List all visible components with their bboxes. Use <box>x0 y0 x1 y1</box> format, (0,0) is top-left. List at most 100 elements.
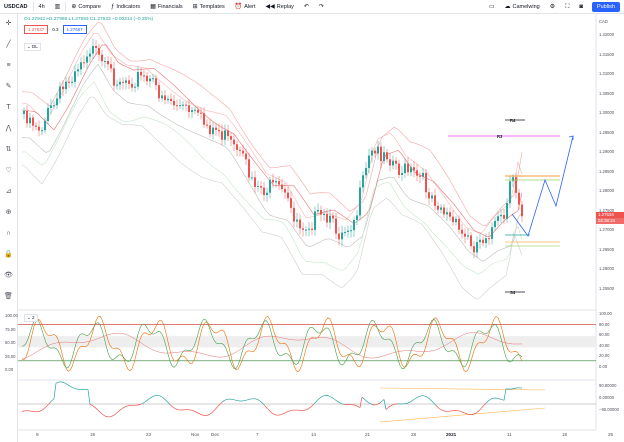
cci-segment <box>207 413 211 416</box>
price-tick: 1.28500 <box>599 168 615 174</box>
candle-body <box>386 152 388 160</box>
price-tick: 1.25500 <box>599 285 615 291</box>
time-tick: 9 <box>36 432 39 437</box>
candle-body <box>392 160 394 166</box>
publish-button[interactable]: Publish <box>591 2 620 12</box>
cci-segment <box>153 394 157 397</box>
time-tick: 11 <box>507 432 512 437</box>
candle-body <box>419 175 421 177</box>
candle-body <box>446 212 448 215</box>
cci-segment <box>123 406 127 408</box>
cci-segment <box>281 413 285 415</box>
candle-body <box>317 209 319 212</box>
chart-canvas[interactable] <box>0 14 624 442</box>
candle-body <box>143 75 145 77</box>
pivot-r3-label: R3 <box>497 134 503 139</box>
chart-area[interactable] <box>0 14 624 442</box>
compare-label: Compare <box>78 3 101 10</box>
candle-body <box>521 204 523 217</box>
replay-button[interactable]: ◀◀ Replay <box>261 0 299 14</box>
cci-segment <box>339 402 343 405</box>
cci-segment <box>165 400 169 403</box>
cci-segment <box>69 385 73 388</box>
candle-body <box>35 125 37 127</box>
cloud-icon: ☁ <box>504 4 511 10</box>
financials-button[interactable]: ▦ Financials <box>145 0 187 14</box>
candle-body <box>422 172 424 177</box>
candle-body <box>407 163 409 173</box>
candle-body <box>104 61 106 63</box>
redo-button[interactable]: ↷ <box>314 0 329 14</box>
candle-body <box>158 85 160 99</box>
snapshot-button[interactable]: ◙ <box>574 0 588 14</box>
candle-body <box>65 81 67 90</box>
cci-tick: 90.00000 <box>599 383 617 388</box>
symbol-search[interactable]: USDCAD <box>0 0 33 14</box>
cci-segment <box>213 408 217 411</box>
candle-body <box>497 216 499 221</box>
cci-segment <box>305 408 309 411</box>
interval-button[interactable]: 4h <box>34 0 50 14</box>
candle-body <box>368 155 370 168</box>
candle-body <box>455 218 457 223</box>
candle-body <box>149 78 151 82</box>
upper-band-line <box>21 32 523 233</box>
settings-button[interactable]: ⚙ <box>545 0 560 14</box>
candle-body <box>347 230 349 233</box>
alert-button[interactable]: ⏰ Alert <box>230 0 261 14</box>
candle-body <box>389 159 391 166</box>
cci-segment <box>89 403 93 406</box>
chart-style-button[interactable]: ▥ <box>50 0 66 14</box>
candle-body <box>152 78 154 80</box>
candle-body <box>350 230 352 232</box>
cci-segment <box>45 404 49 408</box>
sell-price-box[interactable]: 1.27637 <box>24 25 49 34</box>
candle-body <box>335 218 337 234</box>
candle-body <box>476 242 478 253</box>
cci-segment <box>477 409 481 412</box>
indicator-legend[interactable]: ⌄ DL <box>24 43 41 51</box>
candle-body <box>491 227 493 239</box>
templates-button[interactable]: ⊞ Templates <box>188 0 230 14</box>
time-tick: 2021 <box>446 432 457 437</box>
cci-segment <box>359 397 363 408</box>
price-axis[interactable]: CAD 1.32000 1.31500 1.31000 1.30500 1.30000 1.… <box>596 14 624 314</box>
toolbar-right: ▭ ☁ Camelwing ⚙ ⛶ ◙ Publish <box>484 0 624 14</box>
candle-body <box>326 214 328 223</box>
time-axis[interactable]: 9 16 23 Nov Dec 7 14 21 28 2021 11 18 25 <box>18 430 613 442</box>
candle-body <box>101 54 103 62</box>
compare-button[interactable]: ⊕ Compare <box>66 0 106 14</box>
countdown-label: 02:38:24 <box>596 218 624 224</box>
price-tick: 1.30000 <box>599 110 615 115</box>
cci-segment <box>103 415 107 417</box>
cci-axis[interactable]: 90.00000 0.00000 −90.00000 <box>596 380 624 430</box>
undo-button[interactable]: ↶ <box>299 0 314 14</box>
candle-body <box>290 198 292 208</box>
cci-segment <box>361 396 365 400</box>
cci-segment <box>327 395 331 397</box>
cci-segment <box>461 411 465 414</box>
time-tick: 18 <box>562 432 568 437</box>
cloud-save-button[interactable]: ☁ Camelwing <box>500 0 545 14</box>
candle-body <box>413 167 415 171</box>
layout-button[interactable]: ▭ <box>484 0 500 14</box>
cci-segment <box>437 407 441 410</box>
price-tick: 1.30500 <box>599 90 615 96</box>
candle-body <box>119 81 121 85</box>
cci-segment <box>503 388 507 401</box>
cci-segment <box>489 398 493 400</box>
cci-segment <box>169 404 173 407</box>
oscillator-legend[interactable]: ⌄ 2 <box>24 314 38 322</box>
cci-segment <box>99 411 103 415</box>
fullscreen-button[interactable]: ⛶ <box>560 0 574 14</box>
cci-segment <box>273 413 277 416</box>
buy-price-box[interactable]: 1.27667 <box>62 25 87 34</box>
indicators-button[interactable]: ƒ Indicators <box>106 0 145 14</box>
candle-body <box>425 172 427 193</box>
cci-segment <box>355 405 359 407</box>
lower-band-line <box>21 81 523 275</box>
cci-segment <box>459 410 463 413</box>
cci-segment <box>245 399 249 401</box>
candle-body <box>281 184 283 190</box>
oscillator-axis[interactable]: 100.00 80.00 60.00 40.00 20.00 0.00 <box>596 310 624 380</box>
